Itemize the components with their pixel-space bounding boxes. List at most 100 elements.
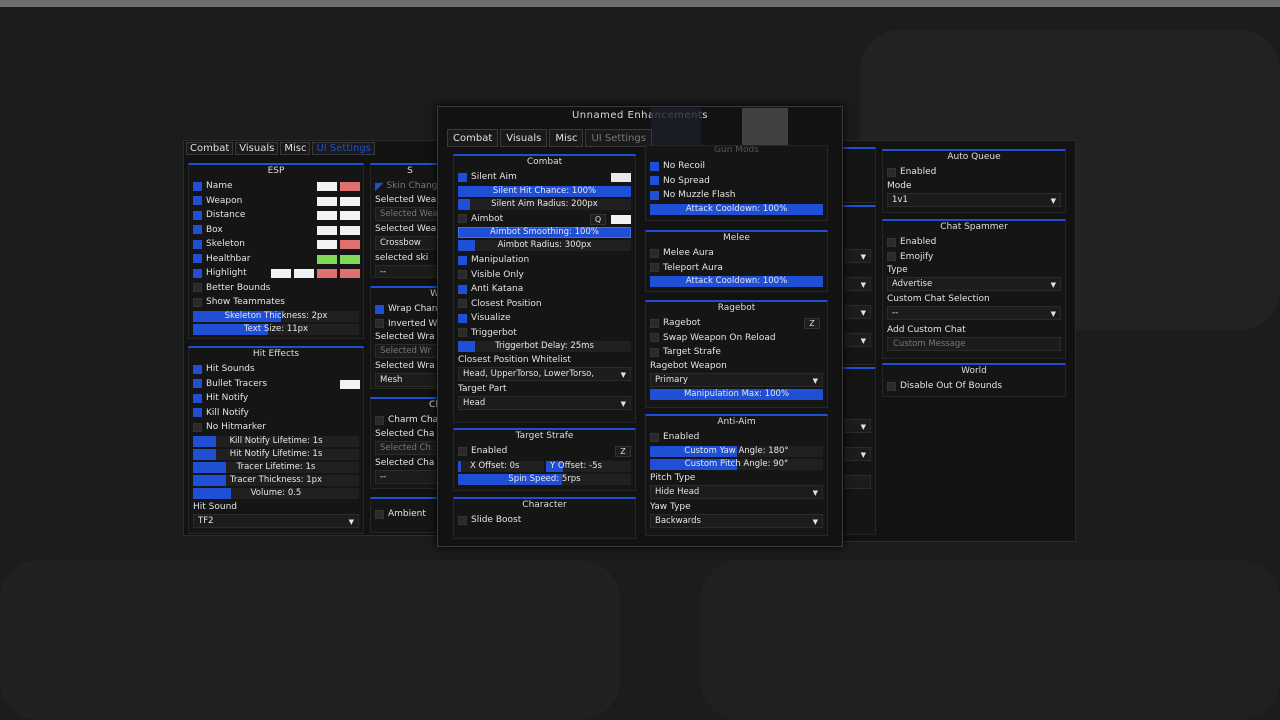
color-swatch[interactable] xyxy=(317,240,337,249)
tab-misc[interactable]: Misc xyxy=(280,142,311,155)
custom-chat-dropdown[interactable]: -- ▼ xyxy=(887,306,1061,320)
pitch-type-dropdown[interactable]: Hide Head ▼ xyxy=(650,484,823,499)
weapon-dropdown[interactable]: Crossbow xyxy=(375,235,445,250)
color-swatch[interactable] xyxy=(340,225,360,235)
aimbot-radius-slider[interactable]: Aimbot Radius: 300px xyxy=(458,240,631,251)
aimbot-toggle[interactable]: Aimbot Q xyxy=(454,212,635,227)
type-dropdown[interactable]: Advertise ▼ xyxy=(887,277,1061,291)
custom-pitch-angle-slider[interactable]: Custom Pitch Angle: 90° xyxy=(650,458,823,470)
aimbot-smoothing-slider[interactable]: Aimbot Smoothing: 100% xyxy=(458,227,631,238)
checkbox[interactable] xyxy=(458,328,467,338)
anti-aim-enabled-toggle[interactable]: Enabled xyxy=(646,430,827,445)
checkbox[interactable] xyxy=(193,364,202,374)
chat-enabled-toggle[interactable]: Enabled xyxy=(883,235,1065,250)
mode-dropdown[interactable]: 1v1 ▼ xyxy=(887,192,1061,207)
y-offset-slider[interactable]: Y Offset: -5s xyxy=(546,460,631,472)
checkbox[interactable] xyxy=(650,263,659,273)
ragebot-toggle[interactable]: Ragebot Z xyxy=(646,316,827,331)
silent-aim-radius-slider[interactable]: Silent Aim Radius: 200px xyxy=(458,198,631,210)
obscured-dropdown[interactable]: ▼ xyxy=(845,305,871,319)
checkbox[interactable] xyxy=(458,270,467,280)
closest-position-toggle[interactable]: Closest Position xyxy=(454,297,635,312)
checkbox[interactable] xyxy=(458,214,467,224)
tab-combat[interactable]: Combat xyxy=(186,142,234,155)
misc-window[interactable]: ▼ ▼ ▼ ▼ ▼ ▼ Auto Queue Enabled Mode 1v1 ▼… xyxy=(835,140,1076,542)
checkbox[interactable] xyxy=(458,255,467,265)
visuals-window[interactable]: Combat Visuals Misc UI Settings ESP Name… xyxy=(183,140,450,536)
teleport-aura-toggle[interactable]: Teleport Aura xyxy=(646,261,827,276)
charm-dropdown[interactable]: -- xyxy=(375,469,445,484)
wrap-dropdown[interactable]: Mesh xyxy=(375,373,445,387)
checkbox[interactable] xyxy=(650,333,659,343)
target-part-dropdown[interactable]: Head ▼ xyxy=(458,396,631,410)
color-swatch[interactable] xyxy=(340,196,360,206)
bullet-tracers-toggle[interactable]: Bullet Tracers xyxy=(189,377,363,392)
checkbox[interactable] xyxy=(887,167,896,177)
checkbox[interactable] xyxy=(193,297,202,307)
tab-ui-settings[interactable]: UI Settings xyxy=(585,129,652,147)
checkbox[interactable] xyxy=(650,161,659,171)
strafe-enabled-toggle[interactable]: Enabled Z xyxy=(454,444,635,459)
checkbox[interactable] xyxy=(458,284,467,294)
esp-box-toggle[interactable]: Box xyxy=(189,223,363,238)
checkbox[interactable] xyxy=(193,283,202,293)
custom-message-input[interactable]: Custom Message xyxy=(887,337,1061,351)
skin-dropdown[interactable]: -- xyxy=(375,264,445,277)
spin-speed-slider[interactable]: Spin Speed: 5rps xyxy=(458,473,631,485)
obscured-dropdown[interactable]: ▼ xyxy=(845,333,871,347)
esp-better-bounds-toggle[interactable]: Better Bounds xyxy=(189,281,363,296)
obscured-dropdown[interactable]: ▼ xyxy=(845,447,871,461)
checkbox[interactable] xyxy=(458,446,467,456)
no-hitmarker-toggle[interactable]: No Hitmarker xyxy=(189,420,363,435)
checkbox[interactable] xyxy=(458,299,467,309)
esp-distance-toggle[interactable]: Distance xyxy=(189,208,363,223)
checkbox[interactable] xyxy=(193,408,202,418)
color-swatch[interactable] xyxy=(611,214,631,224)
checkbox[interactable] xyxy=(650,318,659,328)
checkbox[interactable] xyxy=(193,268,202,278)
color-swatch[interactable] xyxy=(340,182,360,191)
esp-weapon-toggle[interactable]: Weapon xyxy=(189,194,363,209)
custom-yaw-angle-slider[interactable]: Custom Yaw Angle: 180° xyxy=(650,445,823,457)
kill-notify-lifetime-slider[interactable]: Kill Notify Lifetime: 1s xyxy=(193,435,359,447)
checkbox[interactable] xyxy=(193,210,202,220)
checkbox[interactable] xyxy=(193,225,202,235)
checkbox[interactable] xyxy=(375,319,384,329)
no-spread-toggle[interactable]: No Spread xyxy=(646,174,827,189)
checkbox[interactable] xyxy=(887,237,896,247)
visualize-toggle[interactable]: Visualize xyxy=(454,311,635,326)
hit-notify-toggle[interactable]: Hit Notify xyxy=(189,391,363,406)
manipulation-max-slider[interactable]: Manipulation Max: 100% xyxy=(650,388,823,400)
color-swatch[interactable] xyxy=(317,225,337,235)
color-swatch[interactable] xyxy=(340,269,360,278)
color-swatch[interactable] xyxy=(294,269,314,278)
hit-sound-dropdown[interactable]: TF2 ▼ xyxy=(193,513,359,528)
checkbox[interactable] xyxy=(650,347,659,357)
checkbox[interactable] xyxy=(193,181,202,191)
main-window[interactable]: Unnamed Enhancements Combat Visuals Misc… xyxy=(437,106,843,547)
melee-cooldown-slider[interactable]: Attack Cooldown: 100% xyxy=(650,276,823,287)
esp-name-toggle[interactable]: Name xyxy=(189,179,363,194)
color-swatch[interactable] xyxy=(340,379,360,389)
tab-visuals[interactable]: Visuals xyxy=(500,129,548,147)
anti-katana-toggle[interactable]: Anti Katana xyxy=(454,282,635,297)
obscured-dropdown[interactable]: ▼ xyxy=(845,419,871,433)
slide-boost-toggle[interactable]: Slide Boost xyxy=(454,513,635,528)
checkbox[interactable] xyxy=(887,252,896,262)
disable-out-of-bounds-toggle[interactable]: Disable Out Of Bounds xyxy=(883,379,1065,394)
tracer-lifetime-slider[interactable]: Tracer Lifetime: 1s xyxy=(193,461,359,473)
yaw-type-dropdown[interactable]: Backwards ▼ xyxy=(650,513,823,528)
checkbox[interactable] xyxy=(193,239,202,249)
tab-ui-settings[interactable]: UI Settings xyxy=(312,142,375,155)
checkbox[interactable] xyxy=(193,393,202,403)
auto-queue-enabled-toggle[interactable]: Enabled xyxy=(883,165,1065,180)
whitelist-dropdown[interactable]: Head, UpperTorso, LowerTorso, ▼ xyxy=(458,367,631,381)
esp-show-teammates-toggle[interactable]: Show Teammates xyxy=(189,295,363,310)
tracer-thickness-slider[interactable]: Tracer Thickness: 1px xyxy=(193,474,359,486)
color-swatch[interactable] xyxy=(340,240,360,249)
checkbox[interactable] xyxy=(193,254,202,264)
obscured-dropdown[interactable]: ▼ xyxy=(845,277,871,291)
skeleton-thickness-slider[interactable]: Skeleton Thickness: 2px xyxy=(193,310,359,322)
triggerbot-toggle[interactable]: Triggerbot xyxy=(454,326,635,341)
checkbox[interactable] xyxy=(887,381,896,391)
